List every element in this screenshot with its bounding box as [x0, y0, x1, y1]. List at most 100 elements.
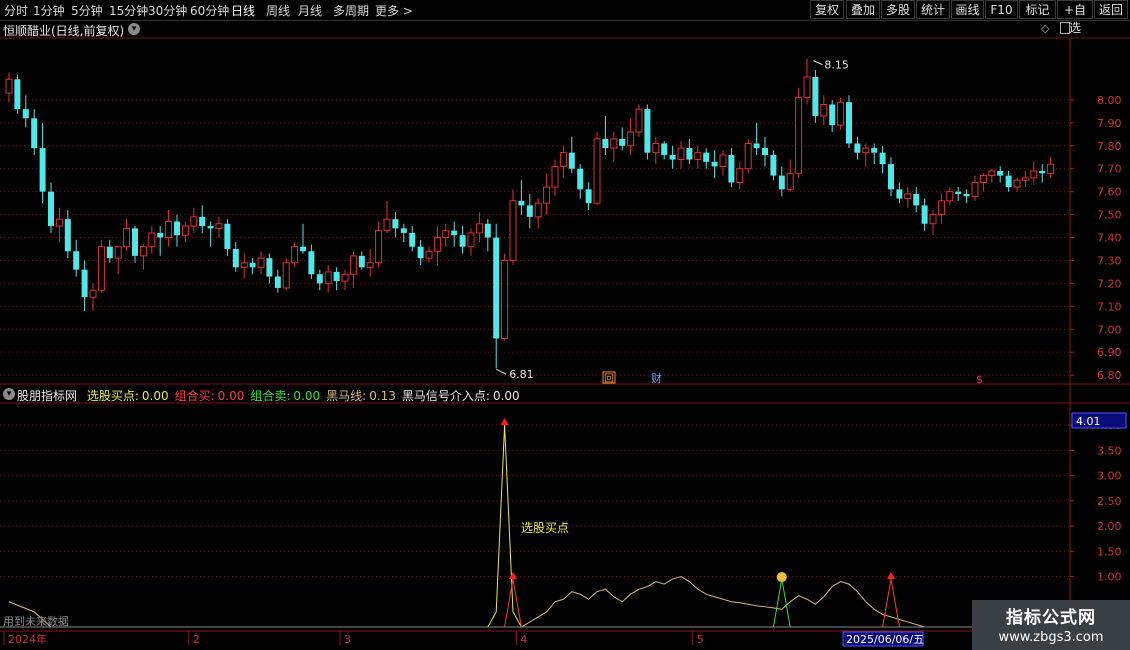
cursor-date: 2025/06/06/五	[846, 633, 924, 646]
lower-tick-label: 3.50	[1097, 444, 1122, 457]
candle	[174, 214, 180, 247]
candle-body	[501, 259, 509, 339]
candle-body	[157, 232, 164, 238]
candle	[89, 283, 97, 311]
candles	[5, 58, 1055, 369]
candle	[786, 159, 794, 192]
candle-body	[854, 143, 861, 153]
candle	[854, 136, 861, 160]
candle	[762, 136, 768, 167]
candle	[627, 118, 635, 155]
lower-tick-label: 2.00	[1097, 520, 1122, 533]
candle	[157, 226, 164, 256]
candle-body	[97, 246, 105, 291]
candle-body	[291, 246, 299, 264]
candle-body	[1030, 170, 1038, 179]
candle	[417, 239, 424, 266]
current-value: 4.01	[1076, 415, 1101, 428]
candle-body	[349, 255, 357, 275]
date-label: 2	[193, 633, 200, 646]
candle	[341, 269, 349, 291]
candle	[736, 161, 744, 190]
candle	[896, 182, 903, 204]
main-tick-label: 8.00	[1097, 94, 1122, 107]
candle	[467, 228, 475, 256]
candle-body	[762, 148, 768, 155]
candle	[55, 207, 63, 243]
candle-body	[703, 152, 710, 162]
candle-body	[904, 193, 912, 200]
candle-body	[400, 228, 407, 233]
candle	[526, 193, 533, 229]
candle-body	[39, 148, 46, 192]
candle-body	[963, 193, 970, 197]
candle	[904, 187, 912, 208]
main-tick-label: 7.80	[1097, 140, 1122, 153]
candle	[300, 223, 306, 254]
candle-body	[174, 221, 180, 236]
candle-body	[493, 237, 500, 339]
candle	[1047, 157, 1055, 178]
lower-tick-label: 1.50	[1097, 545, 1122, 558]
candle-body	[358, 255, 365, 268]
date-label: 3	[344, 633, 351, 646]
candle	[946, 187, 954, 206]
candle	[392, 212, 399, 238]
candle	[97, 239, 105, 293]
candle	[484, 219, 491, 252]
date-label: 4	[520, 633, 527, 646]
candle	[635, 104, 643, 137]
candle	[383, 200, 391, 233]
candle	[661, 141, 668, 160]
candle	[585, 182, 592, 210]
candle	[291, 242, 299, 268]
candle	[215, 216, 223, 238]
candle-body	[89, 289, 97, 298]
candle-body	[1039, 171, 1046, 174]
candle-body	[979, 175, 987, 183]
candle-body	[48, 191, 54, 227]
candle-body	[132, 228, 138, 256]
candle-body	[534, 202, 542, 218]
candle-body	[543, 186, 551, 204]
candle	[770, 150, 777, 181]
candle	[148, 226, 156, 254]
candle-body	[610, 138, 618, 149]
candle-body	[518, 200, 525, 206]
candle	[165, 210, 173, 247]
candle	[433, 226, 441, 266]
candle	[677, 141, 685, 169]
lower-tick-label: 1.00	[1097, 571, 1122, 584]
candle	[913, 187, 920, 213]
candle-body	[240, 262, 248, 268]
candle	[694, 145, 702, 169]
candle-body	[937, 200, 945, 216]
candle-body	[282, 262, 290, 289]
candle-body	[333, 271, 340, 282]
candle-body	[728, 154, 735, 183]
main-tick-label: 7.60	[1097, 186, 1122, 199]
candle	[559, 145, 567, 178]
candle-body	[753, 143, 760, 149]
candle-body	[199, 216, 206, 227]
candle	[324, 265, 332, 293]
candle	[81, 260, 88, 311]
candle-body	[409, 232, 416, 247]
candle	[593, 132, 601, 206]
candle-body	[551, 165, 559, 188]
indicator-series-4	[772, 578, 791, 628]
candle-body	[207, 226, 214, 229]
candle-body	[736, 168, 744, 183]
candle	[358, 251, 365, 270]
candle-body	[652, 142, 660, 154]
candle-body	[366, 262, 374, 268]
candle-body	[1047, 163, 1055, 174]
candle-body	[14, 79, 21, 110]
candle-body	[559, 152, 567, 167]
candle-body	[846, 102, 852, 144]
candle	[871, 143, 878, 165]
candle	[400, 223, 407, 243]
cai-badge-icon: 财	[651, 371, 662, 385]
hui-badge-icon: 回	[604, 373, 614, 385]
date-label: 2024年	[8, 632, 47, 646]
